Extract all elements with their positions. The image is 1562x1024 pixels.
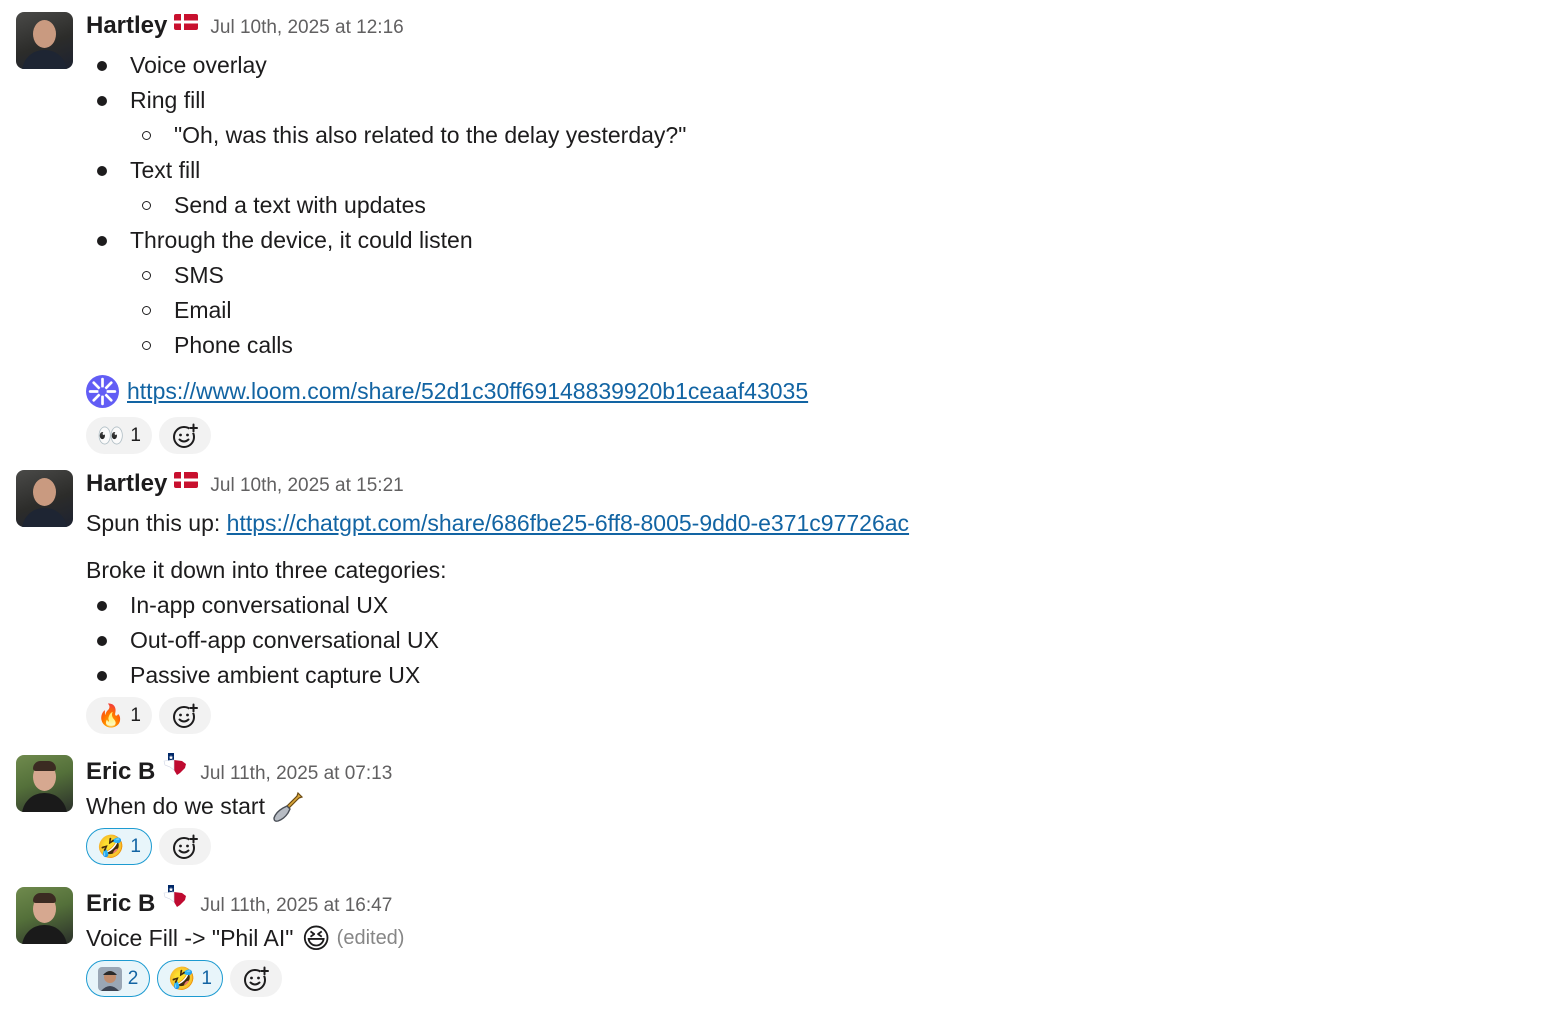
message-body: Voice Fill -> "Phil AI" [86,925,294,951]
sub-list-item: "Oh, was this also related to the delay … [86,118,1562,153]
avatar[interactable] [16,470,73,527]
intro-text: Spun this up: [86,510,221,536]
message-text: When do we start [86,789,1562,824]
message-header: Eric B Jul 11th, 2025 at 07:13 [86,752,1562,785]
avatar[interactable] [16,887,73,944]
shovel-icon [271,790,305,824]
list-item: Passive ambient capture UX [86,658,1562,693]
texas-flag-icon [162,752,188,781]
timestamp[interactable]: Jul 11th, 2025 at 07:13 [200,763,392,785]
author-name[interactable]: Hartley [86,12,167,40]
eyes-emoji-icon: 👀 [97,422,125,448]
reaction-rofl[interactable]: 🤣 1 [86,828,152,865]
sub-list-item: SMS [86,258,1562,293]
add-reaction-icon [172,423,198,448]
reaction-rofl[interactable]: 🤣 1 [157,960,223,997]
reaction-count: 2 [127,967,139,989]
list-item: Voice overlay [86,48,1562,83]
add-reaction-icon [172,834,198,859]
denmark-flag-icon [174,14,199,35]
avatar[interactable] [16,755,73,812]
message-header: Hartley Jul 10th, 2025 at 15:21 [86,470,1562,497]
reaction-custom-avatar[interactable]: 2 [86,960,150,997]
list-item: Ring fill [86,83,1562,118]
reaction-eyes[interactable]: 👀 1 [86,417,152,454]
timestamp[interactable]: Jul 10th, 2025 at 15:21 [210,475,403,497]
avatar[interactable] [16,12,73,69]
laughing-emoji-icon: 😆 [301,922,331,954]
chatgpt-link[interactable]: https://chatgpt.com/share/686fbe25-6ff8-… [227,510,909,536]
reaction-count: 1 [130,835,141,857]
texas-flag-icon [162,884,188,913]
message-body: When do we start [86,793,265,819]
sub-list-item: Phone calls [86,328,1562,363]
reaction-count: 1 [201,967,212,989]
author-name[interactable]: Eric B [86,758,155,786]
timestamp[interactable]: Jul 11th, 2025 at 16:47 [200,895,392,917]
message-text: Spun this up: https://chatgpt.com/share/… [86,506,1562,541]
add-reaction-icon [243,966,269,991]
message-header: Hartley Jul 10th, 2025 at 12:16 [86,12,1562,39]
message-header: Eric B Jul 11th, 2025 at 16:47 [86,884,1562,917]
link-row: https://www.loom.com/share/52d1c30ff6914… [86,374,1562,409]
message-text: Voice Fill -> "Phil AI" 😆 (edited) [86,921,1562,956]
reactions-bar: 🤣 1 [86,828,1562,865]
sub-list-item: Send a text with updates [86,188,1562,223]
add-reaction-button[interactable] [158,417,211,454]
list-item: In-app conversational UX [86,588,1562,623]
bullet-list: Voice overlay Ring fill "Oh, was this al… [86,48,1562,363]
list-item: Text fill [86,153,1562,188]
reaction-count: 1 [130,424,141,446]
timestamp[interactable]: Jul 10th, 2025 at 12:16 [210,17,403,39]
author-name[interactable]: Eric B [86,890,155,918]
message-text: Broke it down into three categories: [86,557,447,583]
list-item: Out-off-app conversational UX [86,623,1562,658]
denmark-flag-icon [174,472,199,493]
loom-icon [86,375,119,408]
reactions-bar: 🔥 1 [86,697,1562,734]
reaction-fire[interactable]: 🔥 1 [86,697,152,734]
add-reaction-icon [172,703,198,728]
author-name[interactable]: Hartley [86,470,167,498]
reactions-bar: 👀 1 [86,417,1562,454]
sub-list-item: Email [86,293,1562,328]
custom-avatar-emoji-icon [97,966,122,991]
list-item: Through the device, it could listen [86,223,1562,258]
bullet-list: In-app conversational UX Out-off-app con… [86,588,1562,693]
add-reaction-button[interactable] [158,828,211,865]
loom-link[interactable]: https://www.loom.com/share/52d1c30ff6914… [127,374,808,409]
rofl-emoji-icon: 🤣 [97,833,125,859]
edited-label: (edited) [336,927,405,949]
reactions-bar: 2 🤣 1 [86,960,1562,997]
add-reaction-button[interactable] [158,697,211,734]
reaction-count: 1 [130,704,141,726]
add-reaction-button[interactable] [229,960,282,997]
fire-emoji-icon: 🔥 [97,702,125,728]
rofl-emoji-icon: 🤣 [168,965,196,991]
